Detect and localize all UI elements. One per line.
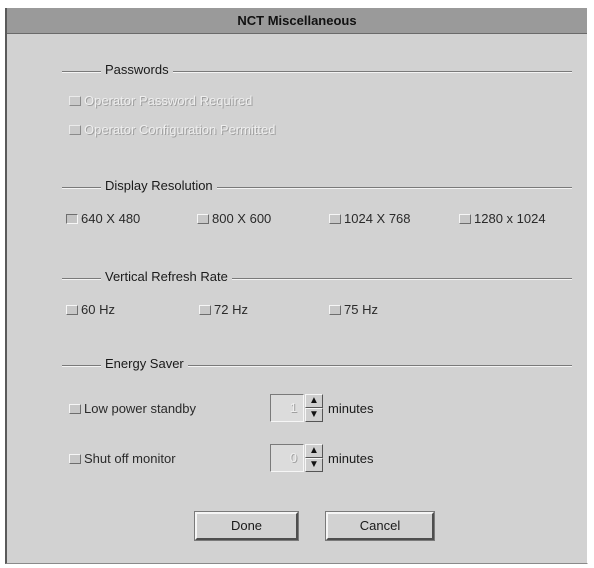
toggle-label: 1024 X 768 [344,211,411,226]
toggle-indicator [66,213,78,224]
toggle-label: 800 X 600 [212,211,272,226]
operator-configuration-permitted-checkbox[interactable]: Operator Configuration Permitted [69,122,275,137]
resolution-800x600-toggle[interactable]: 800 X 600 [197,211,271,226]
toggle-indicator [459,213,471,224]
shut-off-monitor-checkbox[interactable]: Shut off monitor [69,451,176,466]
checkbox-label: Shut off monitor [84,451,176,466]
shutoff-minutes-unit: minutes [328,451,374,466]
checkbox-label: Low power standby [84,401,197,416]
toggle-indicator [199,304,211,315]
refresh-rate-group-title: Vertical Refresh Rate [101,269,232,284]
energy-saver-group-title: Energy Saver [101,356,188,371]
dialog-title: NCT Miscellaneous [7,8,587,34]
checkbox-indicator [69,95,81,106]
refresh-75hz-toggle[interactable]: 75 Hz [329,302,378,317]
resolution-1280x1024-toggle[interactable]: 1280 x 1024 [459,211,546,226]
cancel-button[interactable]: Cancel [325,511,435,541]
checkbox-indicator [69,124,81,135]
resolution-1024x768-toggle[interactable]: 1024 X 768 [329,211,411,226]
passwords-group-title: Passwords [101,62,173,77]
checkbox-indicator [69,403,81,414]
done-button[interactable]: Done [194,511,299,541]
standby-minutes-unit: minutes [328,401,374,416]
arrow-up-icon: ▲ [309,395,319,406]
standby-minutes-spinner: ▲ ▼ [305,394,323,422]
checkbox-indicator [69,453,81,464]
arrow-up-icon: ▲ [309,445,319,456]
checkbox-label: Operator Password Required [84,93,253,108]
shutoff-decrement-button[interactable]: ▼ [305,458,323,472]
standby-increment-button[interactable]: ▲ [305,394,323,408]
checkbox-label: Operator Configuration Permitted [84,122,276,137]
display-resolution-group-title: Display Resolution [101,178,217,193]
low-power-standby-checkbox[interactable]: Low power standby [69,401,196,416]
toggle-label: 60 Hz [81,302,115,317]
shutoff-minutes-spinner: ▲ ▼ [305,444,323,472]
standby-minutes-input[interactable]: 1 [270,394,304,422]
shutoff-increment-button[interactable]: ▲ [305,444,323,458]
toggle-indicator [66,304,78,315]
shutoff-minutes-input[interactable]: 0 [270,444,304,472]
arrow-down-icon: ▼ [309,459,319,470]
toggle-label: 640 X 480 [81,211,141,226]
nct-miscellaneous-dialog: NCT Miscellaneous Passwords Operator Pas… [5,8,588,564]
toggle-indicator [329,304,341,315]
toggle-indicator [329,213,341,224]
toggle-label: 1280 x 1024 [474,211,546,226]
standby-decrement-button[interactable]: ▼ [305,408,323,422]
refresh-72hz-toggle[interactable]: 72 Hz [199,302,248,317]
operator-password-required-checkbox[interactable]: Operator Password Required [69,93,252,108]
arrow-down-icon: ▼ [309,409,319,420]
toggle-label: 75 Hz [344,302,378,317]
refresh-60hz-toggle[interactable]: 60 Hz [66,302,115,317]
toggle-label: 72 Hz [214,302,248,317]
toggle-indicator [197,213,209,224]
resolution-640x480-toggle[interactable]: 640 X 480 [66,211,140,226]
